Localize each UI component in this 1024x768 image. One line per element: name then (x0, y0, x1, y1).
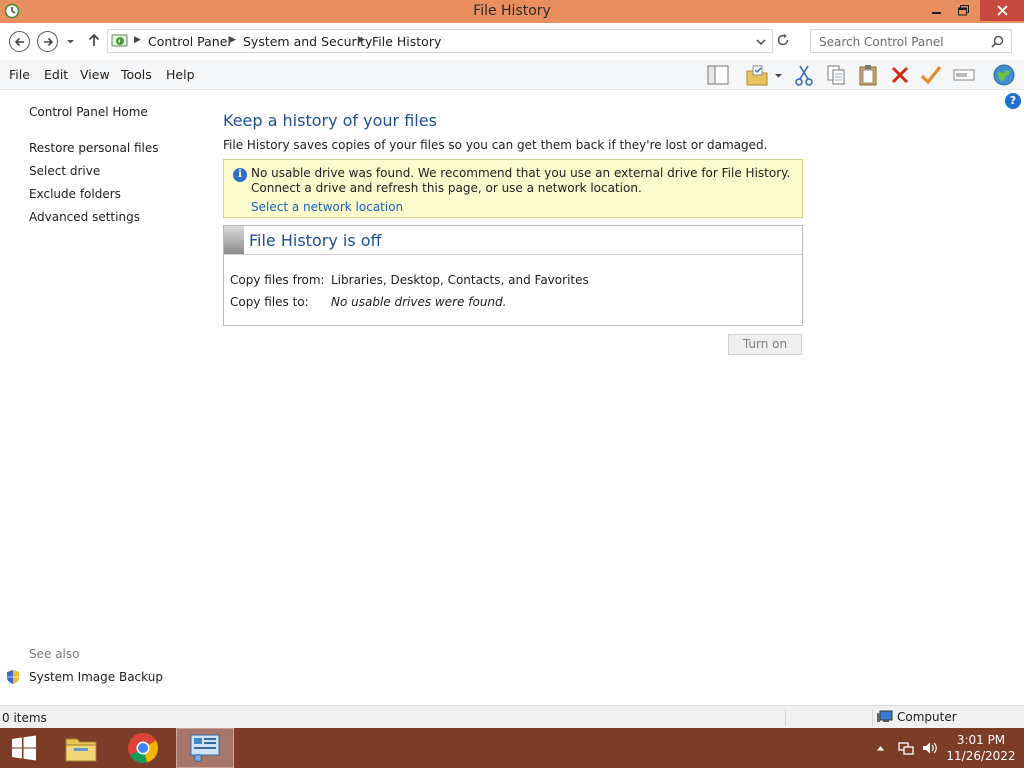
menu-view[interactable]: View (80, 67, 110, 82)
file-explorer-taskbar-button[interactable] (58, 728, 104, 768)
see-also-heading: See also (29, 647, 80, 661)
menu-tools[interactable]: Tools (121, 67, 152, 82)
computer-icon (877, 710, 893, 722)
shield-icon (7, 670, 19, 684)
rename-icon[interactable] (952, 63, 976, 87)
warning-message: No usable drive was found. We recommend … (251, 166, 791, 195)
globe-icon[interactable] (990, 63, 1018, 87)
recent-locations-dropdown[interactable] (66, 35, 75, 49)
info-icon: i (233, 168, 247, 182)
select-network-location-link[interactable]: Select a network location (251, 200, 403, 214)
copy-to-value: No usable drives were found. (331, 295, 507, 309)
chrome-taskbar-button[interactable] (120, 728, 166, 768)
address-dropdown[interactable] (756, 36, 766, 50)
folder-options-icon[interactable] (745, 63, 769, 87)
start-button[interactable] (0, 728, 48, 768)
chevron-up-icon (877, 745, 884, 750)
control-panel-icon (190, 734, 220, 762)
volume-tray-icon[interactable] (922, 728, 938, 768)
help-icon[interactable]: ? (1005, 93, 1021, 109)
delete-icon[interactable] (888, 63, 912, 87)
breadcrumb-system-security[interactable]: System and Security (243, 34, 372, 49)
breadcrumb-control-panel[interactable]: Control Panel (148, 34, 231, 49)
chrome-icon (128, 732, 159, 764)
status-indicator-bar (224, 226, 244, 254)
refresh-button[interactable] (776, 33, 790, 50)
copy-icon[interactable] (824, 63, 848, 87)
close-button[interactable] (980, 0, 1024, 21)
breadcrumb-separator[interactable]: ▶ (358, 35, 365, 45)
network-tray-icon[interactable] (898, 728, 914, 768)
search-input[interactable]: Search Control Panel (810, 29, 1012, 53)
status-title: File History is off (249, 231, 382, 250)
no-drive-warning: i No usable drive was found. We recommen… (223, 159, 803, 218)
search-icon[interactable] (991, 35, 1004, 51)
forward-button[interactable] (37, 31, 58, 52)
select-drive-link[interactable]: Select drive (29, 164, 100, 178)
system-image-backup-link[interactable]: System Image Backup (6, 669, 163, 685)
restore-button[interactable] (948, 0, 978, 21)
window-title: File History (473, 3, 551, 19)
refresh-icon (777, 34, 789, 46)
cut-icon[interactable] (792, 63, 816, 87)
arrow-right-icon (43, 37, 53, 46)
status-bar: 0 items Computer (0, 705, 1024, 728)
breadcrumb-separator[interactable]: ▶ (134, 35, 141, 45)
status-header: File History is off (224, 226, 802, 255)
control-panel-icon (111, 33, 129, 52)
copy-from-label: Copy files from: (230, 273, 325, 287)
status-divider (872, 709, 873, 726)
properties-check-icon[interactable] (919, 63, 943, 87)
menu-help[interactable]: Help (166, 67, 195, 82)
menu-edit[interactable]: Edit (44, 67, 68, 82)
control-panel-home-link[interactable]: Control Panel Home (29, 105, 148, 119)
show-hidden-icons-button[interactable] (876, 728, 885, 768)
copy-to-label: Copy files to: (230, 295, 309, 309)
folder-options-dropdown[interactable] (770, 63, 786, 87)
control-panel-taskbar-button[interactable] (176, 728, 234, 768)
restore-personal-files-link[interactable]: Restore personal files (29, 141, 159, 155)
taskbar-clock[interactable]: 3:01 PM 11/26/2022 (944, 732, 1018, 764)
title-bar: File History (0, 0, 1024, 23)
page-description: File History saves copies of your files … (223, 138, 768, 152)
menu-file[interactable]: File (9, 67, 30, 82)
back-button[interactable] (9, 31, 30, 52)
turn-on-button[interactable]: Turn on (728, 334, 802, 355)
clock-time: 3:01 PM (956, 733, 1006, 747)
taskbar: 3:01 PM 11/26/2022 (0, 728, 1024, 768)
chevron-down-icon (774, 73, 782, 77)
copy-from-value: Libraries, Desktop, Contacts, and Favori… (331, 273, 589, 287)
address-bar-area: ▶ Control Panel ▶ System and Security ▶ … (0, 23, 1024, 60)
file-history-status-panel: File History is off Copy files from: Lib… (223, 225, 803, 326)
breadcrumb-separator[interactable]: ▶ (229, 35, 236, 45)
computer-zone: Computer (877, 710, 957, 724)
advanced-settings-link[interactable]: Advanced settings (29, 210, 140, 224)
clock-date: 11/26/2022 (946, 749, 1016, 763)
chevron-down-icon (756, 39, 766, 46)
network-icon (898, 742, 914, 755)
address-field[interactable]: ▶ Control Panel ▶ System and Security ▶ … (107, 29, 773, 53)
computer-label: Computer (897, 710, 957, 724)
preview-pane-icon[interactable] (706, 63, 730, 87)
windows-logo-icon (12, 735, 36, 761)
status-divider (785, 709, 786, 726)
system-image-backup-label: System Image Backup (29, 670, 163, 684)
exclude-folders-link[interactable]: Exclude folders (29, 187, 121, 201)
up-button[interactable] (88, 33, 100, 50)
folder-icon (65, 738, 97, 762)
arrow-left-icon (14, 37, 24, 46)
search-placeholder: Search Control Panel (819, 35, 944, 49)
page-title: Keep a history of your files (223, 111, 437, 130)
menu-bar: File Edit View Tools Help (0, 60, 1024, 90)
item-count: 0 items (2, 711, 47, 725)
chevron-down-icon (67, 40, 74, 44)
paste-icon[interactable] (856, 63, 880, 87)
arrow-up-icon (88, 33, 100, 46)
breadcrumb-file-history[interactable]: File History (372, 34, 441, 49)
speaker-icon (923, 742, 937, 754)
